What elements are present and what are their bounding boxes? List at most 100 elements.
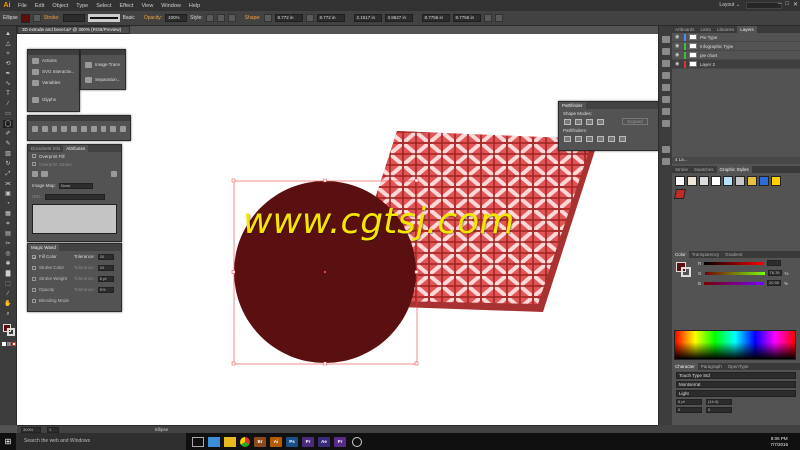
overprint-stroke-row[interactable]: Overprint Stroke [28, 160, 121, 168]
panel-header[interactable] [81, 50, 125, 55]
stroke-weight-checkbox[interactable] [32, 276, 36, 281]
url-input[interactable] [45, 193, 106, 200]
css-properties-icon[interactable] [662, 158, 670, 165]
non-zero-winding-icon[interactable] [110, 171, 117, 177]
outline-icon[interactable] [608, 135, 615, 142]
font-style-select[interactable]: Light [676, 390, 796, 397]
font-family-select[interactable]: Montserrat [676, 381, 796, 388]
gradient-panel-icon[interactable] [662, 120, 670, 127]
transform-panel-icon[interactable] [662, 84, 670, 91]
pathfinder-panel-icon[interactable] [662, 108, 670, 115]
g-value-field[interactable]: 76.76 [767, 270, 782, 276]
align-to-icon[interactable] [110, 126, 117, 132]
expand-button[interactable]: Expand [622, 118, 648, 125]
stroke-tolerance-field[interactable]: 20 [97, 264, 114, 271]
tab-character[interactable]: Character [672, 363, 698, 370]
graphic-style-swatch[interactable] [687, 176, 697, 186]
tab-graphic-styles[interactable]: Graphic Styles [716, 166, 752, 173]
divide-icon[interactable] [564, 135, 571, 142]
stroke-weight-row[interactable]: Stroke Weight Tolerance: 5 pt [28, 273, 121, 284]
tab-artboards[interactable]: Artboards [672, 26, 698, 33]
minus-front-icon[interactable] [575, 118, 582, 125]
font-size-field[interactable]: 6 pt [676, 399, 702, 405]
r-value-field[interactable] [767, 260, 782, 266]
artboard-nav-field[interactable]: 1 [47, 426, 59, 433]
prelude-app-icon[interactable]: Pr [334, 436, 346, 447]
align-bottom-icon[interactable] [80, 126, 87, 132]
graphic-style-swatch[interactable] [735, 176, 745, 186]
b-slider[interactable] [704, 281, 765, 285]
leading-field[interactable]: (14.4) [706, 399, 732, 405]
appearance-icon[interactable] [662, 72, 670, 79]
stroke-color-checkbox[interactable] [32, 265, 36, 270]
dont-show-center-icon[interactable] [41, 171, 48, 177]
overprint-fill-checkbox[interactable] [32, 154, 36, 158]
variables-panel-item[interactable]: Variables [28, 77, 79, 88]
color-stroke-box[interactable] [681, 267, 691, 277]
image-trace-panel-item[interactable]: Image Trace [81, 59, 125, 70]
graphic-style-swatch[interactable] [699, 176, 709, 186]
blending-mode-row[interactable]: Blending Mode [28, 295, 121, 306]
graphic-style-swatch[interactable] [723, 176, 733, 186]
glyphs-panel-item[interactable]: Glyphs [28, 94, 79, 105]
tab-transparency[interactable]: Transparency [689, 251, 722, 258]
trim-icon[interactable] [575, 135, 582, 142]
opacity-row[interactable]: Opacity Tolerance: 5% [28, 284, 121, 295]
graphic-style-swatch[interactable] [711, 176, 721, 186]
fill-color-checkbox[interactable]: ✓ [32, 254, 36, 259]
tab-magic-wand[interactable]: Magic Wand [28, 244, 59, 251]
merge-icon[interactable] [586, 135, 593, 142]
tab-color[interactable]: Color [672, 251, 689, 258]
task-view-icon[interactable] [192, 436, 204, 447]
distribute-spacing-icon[interactable] [100, 126, 107, 132]
tab-links[interactable]: Links [698, 26, 715, 33]
tab-layers[interactable]: Layers [737, 26, 757, 33]
graphic-style-swatch[interactable] [759, 176, 769, 186]
distribute-icon[interactable] [90, 126, 97, 132]
graphic-style-swatch[interactable] [771, 176, 781, 186]
kerning-field[interactable]: 0 [676, 407, 702, 413]
align-left-icon[interactable] [32, 126, 38, 132]
actions-panel-item[interactable]: Actions [28, 55, 79, 66]
stroke-color-row[interactable]: Stroke Color Tolerance: 20 [28, 262, 121, 273]
graphic-style-swatch[interactable] [747, 176, 757, 186]
symbols-icon[interactable] [662, 60, 670, 67]
color-spectrum[interactable] [674, 330, 796, 360]
eye-icon[interactable]: ◉ [675, 43, 681, 49]
file-explorer-icon[interactable] [224, 436, 236, 447]
eye-icon[interactable]: ◉ [675, 34, 681, 40]
tab-paragraph[interactable]: Paragraph [698, 363, 725, 370]
tab-pathfinder[interactable]: Pathfinder [559, 102, 586, 109]
overprint-stroke-checkbox[interactable] [32, 162, 36, 166]
windows-start-icon[interactable]: ⊞ [0, 433, 16, 450]
zoom-field[interactable]: 300% [21, 426, 41, 433]
font-search-field[interactable]: Touch Type Std [676, 372, 796, 379]
color-guide-icon[interactable] [662, 36, 670, 43]
layer-row[interactable]: ◉ Layer 2 [672, 60, 800, 69]
tab-swatches[interactable]: Swatches [691, 166, 717, 173]
tracking-field[interactable]: 0 [706, 407, 732, 413]
bridge-app-icon[interactable]: Br [254, 436, 266, 447]
graphic-style-swatch[interactable] [673, 189, 687, 199]
align-right-icon[interactable] [51, 126, 58, 132]
intersect-icon[interactable] [586, 118, 593, 125]
blending-mode-checkbox[interactable] [32, 298, 36, 303]
align-middle-icon[interactable] [71, 126, 77, 132]
eye-icon[interactable]: ◉ [675, 52, 681, 58]
b-value-field[interactable]: 20.95 [767, 280, 782, 286]
brushes-icon[interactable] [662, 48, 670, 55]
align-top-icon[interactable] [61, 126, 68, 132]
svg-interactivity-panel-item[interactable]: SVG Interactiv... [28, 66, 79, 77]
layer-row[interactable]: ◉ Infographic Type [672, 42, 800, 51]
align-panel-icon[interactable] [662, 96, 670, 103]
image-map-select[interactable]: None [58, 182, 93, 189]
separations-panel-item[interactable]: Separation... [81, 74, 125, 85]
tab-document-info[interactable]: Document Info [28, 145, 63, 152]
illustrator-app-icon[interactable]: Ai [270, 436, 282, 447]
align-center-icon[interactable] [41, 126, 48, 132]
fill-tolerance-field[interactable]: 20 [97, 253, 114, 260]
tab-libraries[interactable]: Libraries [714, 26, 737, 33]
url-list[interactable] [32, 204, 117, 234]
weight-tolerance-field[interactable]: 5 pt [97, 275, 114, 282]
gear-icon[interactable] [120, 126, 126, 132]
